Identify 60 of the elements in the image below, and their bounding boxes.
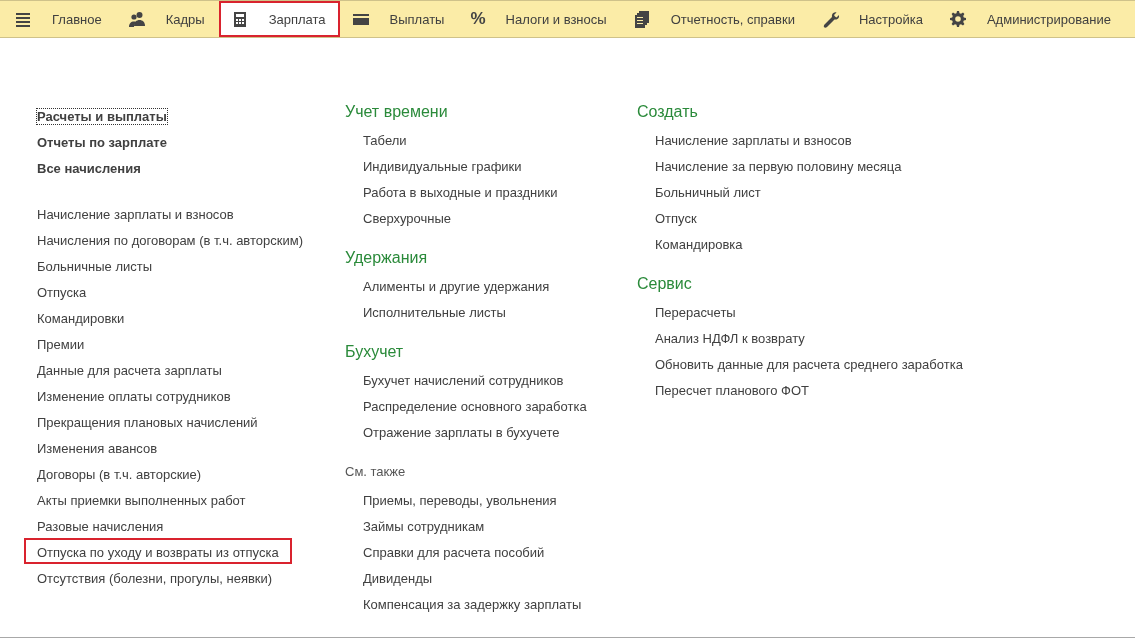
- nav-link[interactable]: Договоры (в т.ч. авторские): [24, 460, 215, 486]
- percent-icon: %: [470, 9, 486, 29]
- nav-link[interactable]: Отпуска: [24, 278, 100, 304]
- nav-link[interactable]: Начисление зарплаты и взносов: [633, 128, 852, 154]
- nav-link[interactable]: Пересчет планового ФОТ: [633, 378, 809, 404]
- menu-icon: [14, 10, 32, 28]
- nav-link[interactable]: Премии: [24, 330, 98, 356]
- section-heading: См. также: [345, 463, 407, 481]
- section-heading: Создать: [637, 102, 699, 122]
- section-heading: Учет времени: [345, 102, 449, 122]
- nav-link[interactable]: Отпуск: [633, 206, 697, 232]
- nav-link[interactable]: Начисление зарплаты и взносов: [24, 200, 247, 226]
- nav-link[interactable]: Изменения авансов: [24, 434, 171, 460]
- documents-icon: [632, 10, 651, 28]
- nav-link[interactable]: Больничные листы: [24, 252, 166, 278]
- nav-link[interactable]: Работа в выходные и праздники: [341, 180, 558, 206]
- section-heading: Сервис: [637, 274, 693, 294]
- gear-icon: [948, 10, 967, 28]
- section-heading: Бухучет: [345, 342, 405, 362]
- section-tab[interactable]: Кадры: [115, 1, 219, 37]
- nav-link[interactable]: Изменение оплаты сотрудников: [24, 382, 244, 408]
- nav-link[interactable]: Анализ НДФЛ к возврату: [633, 326, 805, 352]
- nav-link[interactable]: Расчеты и выплаты: [24, 102, 180, 128]
- nav-link[interactable]: Начисления по договорам (в т.ч. авторским): [24, 226, 316, 252]
- nav-link[interactable]: Обновить данные для расчета среднего заработка: [633, 352, 963, 378]
- nav-link[interactable]: Перерасчеты: [633, 300, 736, 326]
- section-tab[interactable]: % Налоги и взносы: [458, 1, 621, 37]
- nav-link[interactable]: Командировка: [633, 232, 743, 258]
- nav-link[interactable]: Исполнительные листы: [341, 300, 506, 326]
- nav-link[interactable]: Табели: [341, 128, 407, 154]
- section-tab[interactable]: Настройка: [808, 1, 937, 37]
- nav-link[interactable]: Отражение зарплаты в бухучете: [341, 420, 560, 446]
- section-tab[interactable]: Администрирование: [936, 1, 1125, 37]
- nav-link[interactable]: Компенсация за задержку зарплаты: [341, 592, 582, 618]
- nav-link[interactable]: Больничный лист: [633, 180, 761, 206]
- nav-link[interactable]: Разовые начисления: [24, 512, 177, 538]
- nav-link[interactable]: Данные для расчета зарплаты: [24, 356, 235, 382]
- nav-link[interactable]: Начисление за первую половину месяца: [633, 154, 902, 180]
- nav-link[interactable]: Займы сотрудникам: [341, 514, 485, 540]
- nav-link[interactable]: Отпуска по уходу и возвраты из отпуска: [24, 538, 292, 564]
- nav-link[interactable]: Распределение основного заработка: [341, 394, 587, 420]
- nav-link[interactable]: Отсутствия (болезни, прогулы, неявки): [24, 564, 286, 590]
- nav-link[interactable]: Отчеты по зарплате: [24, 128, 180, 154]
- people-icon: [127, 10, 146, 28]
- nav-link[interactable]: Бухучет начислений сотрудников: [341, 368, 564, 394]
- nav-link[interactable]: Приемы, переводы, увольнения: [341, 488, 557, 514]
- nav-link[interactable]: Справки для расчета пособий: [341, 540, 545, 566]
- nav-link[interactable]: Все начисления: [24, 154, 154, 180]
- nav-link[interactable]: Дивиденды: [341, 566, 433, 592]
- nav-link[interactable]: Сверхурочные: [341, 206, 452, 232]
- nav-link[interactable]: Алименты и другие удержания: [341, 274, 550, 300]
- section-tab[interactable]: Выплаты: [339, 1, 459, 37]
- section-tab[interactable]: Отчетность, справки: [620, 1, 809, 37]
- section-tab[interactable]: Зарплата: [218, 1, 340, 37]
- nav-link[interactable]: Акты приемки выполненных работ: [24, 486, 259, 512]
- section-tab[interactable]: Главное: [2, 1, 116, 37]
- nav-link[interactable]: Индивидуальные графики: [341, 154, 522, 180]
- nav-link[interactable]: Командировки: [24, 304, 138, 330]
- nav-link[interactable]: Прекращения плановых начислений: [24, 408, 271, 434]
- section-heading: Удержания: [345, 248, 429, 268]
